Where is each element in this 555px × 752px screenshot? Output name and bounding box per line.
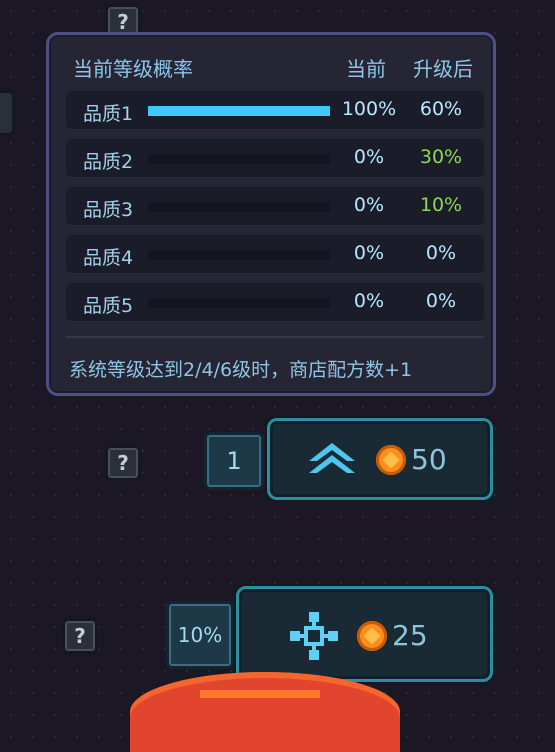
recipe-cost: 25: [392, 619, 428, 652]
upgraded-probability: 60%: [419, 98, 463, 120]
recipe-button[interactable]: 25: [236, 586, 493, 682]
current-probability: 0%: [353, 194, 385, 216]
chevron-up-icon: [309, 443, 355, 473]
crosshair-icon: [290, 612, 338, 660]
quality-label: 品质3: [83, 199, 134, 221]
question-icon: ?: [117, 10, 129, 34]
chance-value: 10%: [177, 623, 223, 647]
quality-row: 品质5 0% 0%: [66, 283, 484, 321]
quality-row: 品质1 100% 60%: [66, 91, 484, 129]
probability-bar: [148, 202, 330, 212]
help-button-upgrade[interactable]: ?: [105, 445, 141, 481]
upgraded-column-header: 升级后: [413, 57, 473, 81]
level-badge: 1: [204, 432, 264, 490]
coin-icon: [357, 621, 387, 651]
probability-bar: [148, 154, 330, 164]
upgrade-note: 系统等级达到2/4/6级时，商店配方数+1: [69, 359, 413, 381]
probability-bar: [148, 106, 330, 116]
upgraded-probability: 0%: [425, 242, 457, 264]
upgraded-probability: 0%: [425, 290, 457, 312]
upgraded-probability: 30%: [419, 146, 463, 168]
current-probability: 0%: [353, 290, 385, 312]
current-column-header: 当前: [346, 57, 386, 81]
probability-bar-fill: [148, 106, 330, 116]
probability-panel: 当前等级概率 当前 升级后 品质1 100% 60% 品质2 0% 30% 品质3 0% 10%…: [46, 32, 496, 396]
help-button-recipe[interactable]: ?: [62, 618, 98, 654]
probability-bar: [148, 298, 330, 308]
chance-badge: 10%: [166, 601, 234, 669]
current-probability: 0%: [353, 146, 385, 168]
quality-label: 品质1: [83, 103, 134, 125]
quality-label: 品质4: [83, 247, 134, 269]
quality-label: 品质2: [83, 151, 134, 173]
quality-row: 品质2 0% 30%: [66, 139, 484, 177]
quality-row: 品质4 0% 0%: [66, 235, 484, 273]
current-probability: 100%: [341, 98, 397, 120]
level-value: 1: [226, 447, 242, 475]
upgraded-probability: 10%: [419, 194, 463, 216]
panel-title: 当前等级概率: [73, 57, 193, 81]
upgrade-button[interactable]: 50: [267, 418, 493, 500]
quality-label: 品质5: [83, 295, 134, 317]
probability-bar: [148, 250, 330, 260]
question-icon: ?: [117, 451, 129, 475]
question-icon: ?: [74, 624, 86, 648]
planet: [130, 672, 400, 752]
coin-icon: [376, 445, 406, 475]
divider: [66, 336, 484, 338]
side-tab[interactable]: [0, 90, 15, 136]
current-probability: 0%: [353, 242, 385, 264]
upgrade-cost: 50: [411, 443, 447, 476]
quality-row: 品质3 0% 10%: [66, 187, 484, 225]
